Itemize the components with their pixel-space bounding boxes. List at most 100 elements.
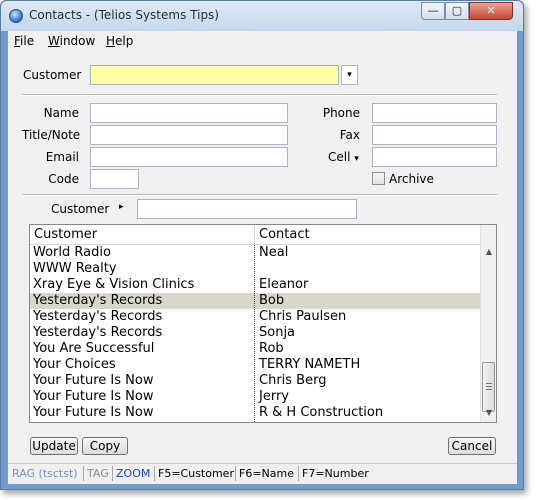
row-customer: Yesterday's Records: [33, 325, 163, 340]
status-separator: [83, 466, 84, 481]
status-bar: RAG (tsctst) TAG ZOOM F5=Customer F6=Nam…: [8, 463, 517, 484]
chevron-right-icon[interactable]: ▸: [119, 202, 124, 212]
contacts-list[interactable]: Customer Contact World Radio Neal WWW Rea…: [29, 224, 497, 423]
row-contact: TERRY NAMETH: [259, 357, 361, 372]
row-customer: World Radio: [33, 245, 111, 260]
status-f7: F7=Number: [302, 467, 369, 480]
grip-line: [486, 386, 492, 387]
table-row[interactable]: Your Future Is Now Jerry: [30, 389, 480, 405]
row-contact: Chris Paulsen: [259, 309, 347, 324]
row-customer: Your Future Is Now: [33, 389, 154, 404]
grip-line: [486, 389, 492, 390]
app-globe-icon: [9, 9, 23, 23]
row-customer: Your Future Is Now: [33, 405, 154, 420]
row-contact: Bob: [259, 293, 285, 308]
customer-input[interactable]: [90, 65, 339, 85]
status-separator: [298, 466, 299, 481]
divider: [22, 194, 497, 196]
fax-label: Fax: [339, 128, 360, 142]
menu-file[interactable]: File: [14, 34, 34, 48]
table-row[interactable]: Your Future Is Now R & H Construction: [30, 405, 480, 421]
row-contact: Chris Berg: [259, 373, 327, 388]
row-customer: Yesterday's Records: [33, 293, 163, 308]
client-area: File Window Help Customer ▾ Name Title/N…: [8, 31, 517, 484]
status-separator: [154, 466, 155, 481]
status-f6: F6=Name: [239, 467, 294, 480]
minimize-icon: —: [427, 4, 439, 17]
archive-label: Archive: [389, 172, 434, 186]
row-customer: Your Future Is Now: [33, 373, 154, 388]
minimize-button[interactable]: —: [421, 2, 445, 20]
name-label: Name: [43, 106, 79, 120]
table-row[interactable]: Your Future Is Now Chris Berg: [30, 373, 480, 389]
window-title: Contacts - (Telios Systems Tips): [29, 8, 219, 22]
divider: [22, 94, 497, 96]
row-contact: Jerry: [259, 389, 289, 404]
title-note-label: Title/Note: [22, 128, 81, 142]
fax-field[interactable]: [372, 125, 497, 145]
code-field[interactable]: [90, 169, 139, 189]
menu-window[interactable]: Window: [48, 34, 95, 48]
name-field[interactable]: [90, 103, 288, 123]
filter-customer-label: Customer: [51, 202, 110, 216]
row-customer: Yesterday's Records: [33, 309, 163, 324]
table-row-selected[interactable]: Yesterday's Records Bob: [30, 293, 480, 309]
column-divider: [254, 245, 255, 422]
status-f5: F5=Customer: [158, 467, 234, 480]
copy-button[interactable]: Copy: [82, 437, 128, 455]
column-header-customer[interactable]: Customer: [34, 227, 97, 242]
phone-field[interactable]: [372, 103, 497, 123]
filter-customer-input[interactable]: [137, 199, 357, 219]
archive-checkbox[interactable]: [372, 172, 385, 185]
table-row[interactable]: You Are Successful Rob: [30, 341, 480, 357]
status-tag[interactable]: TAG: [87, 467, 109, 480]
menu-bar: File Window Help: [8, 31, 517, 51]
cell-label-text: Cell: [328, 150, 351, 164]
list-header: Customer Contact: [30, 225, 480, 245]
row-contact: Neal: [259, 245, 289, 260]
maximize-button[interactable]: ▢: [445, 2, 469, 20]
customer-dropdown-button[interactable]: ▾: [341, 65, 358, 85]
table-row[interactable]: Your Choices TERRY NAMETH: [30, 357, 480, 373]
code-label: Code: [48, 172, 79, 186]
email-label: Email: [45, 150, 79, 164]
customer-label: Customer: [23, 68, 82, 82]
row-contact: Sonja: [259, 325, 296, 340]
cell-field[interactable]: [372, 147, 497, 167]
list-rows: World Radio Neal WWW Realty Xray Eye & Vi…: [30, 245, 480, 421]
maximize-icon: ▢: [451, 4, 463, 17]
grip-line: [486, 383, 492, 384]
cell-label[interactable]: Cell ▾: [328, 150, 359, 164]
table-row[interactable]: Xray Eye & Vision Clinics Eleanor: [30, 277, 480, 293]
cancel-button[interactable]: Cancel: [448, 437, 496, 455]
status-zoom[interactable]: ZOOM: [116, 467, 150, 480]
table-row[interactable]: Yesterday's Records Sonja: [30, 325, 480, 341]
update-button[interactable]: Update: [30, 437, 78, 455]
row-contact: R & H Construction: [259, 405, 384, 420]
close-button[interactable]: ✕: [469, 2, 513, 20]
menu-help[interactable]: Help: [106, 34, 133, 48]
row-customer: Xray Eye & Vision Clinics: [33, 277, 195, 292]
scroll-up-icon[interactable]: ▲: [481, 244, 496, 260]
phone-label: Phone: [322, 106, 360, 120]
row-customer: Your Choices: [33, 357, 116, 372]
list-vertical-scrollbar[interactable]: ▲ ▼: [480, 225, 496, 422]
title-note-field[interactable]: [90, 125, 288, 145]
scroll-down-icon[interactable]: ▼: [481, 405, 496, 421]
table-row[interactable]: World Radio Neal: [30, 245, 480, 261]
row-customer: WWW Realty: [33, 261, 117, 276]
chevron-down-icon: ▾: [354, 154, 359, 164]
chevron-down-icon: ▾: [347, 70, 352, 80]
status-separator: [235, 466, 236, 481]
row-contact: Rob: [259, 341, 284, 356]
email-field[interactable]: [90, 147, 288, 167]
row-contact: Eleanor: [259, 277, 309, 292]
close-icon: ✕: [486, 4, 496, 17]
status-rag[interactable]: RAG (tsctst): [12, 467, 78, 480]
column-separator: [254, 225, 255, 244]
title-bar[interactable]: Contacts - (Telios Systems Tips) — ▢ ✕: [1, 1, 523, 31]
column-header-contact[interactable]: Contact: [259, 227, 310, 242]
contacts-window: Contacts - (Telios Systems Tips) — ▢ ✕ F…: [0, 0, 524, 490]
table-row[interactable]: WWW Realty: [30, 261, 480, 277]
table-row[interactable]: Yesterday's Records Chris Paulsen: [30, 309, 480, 325]
